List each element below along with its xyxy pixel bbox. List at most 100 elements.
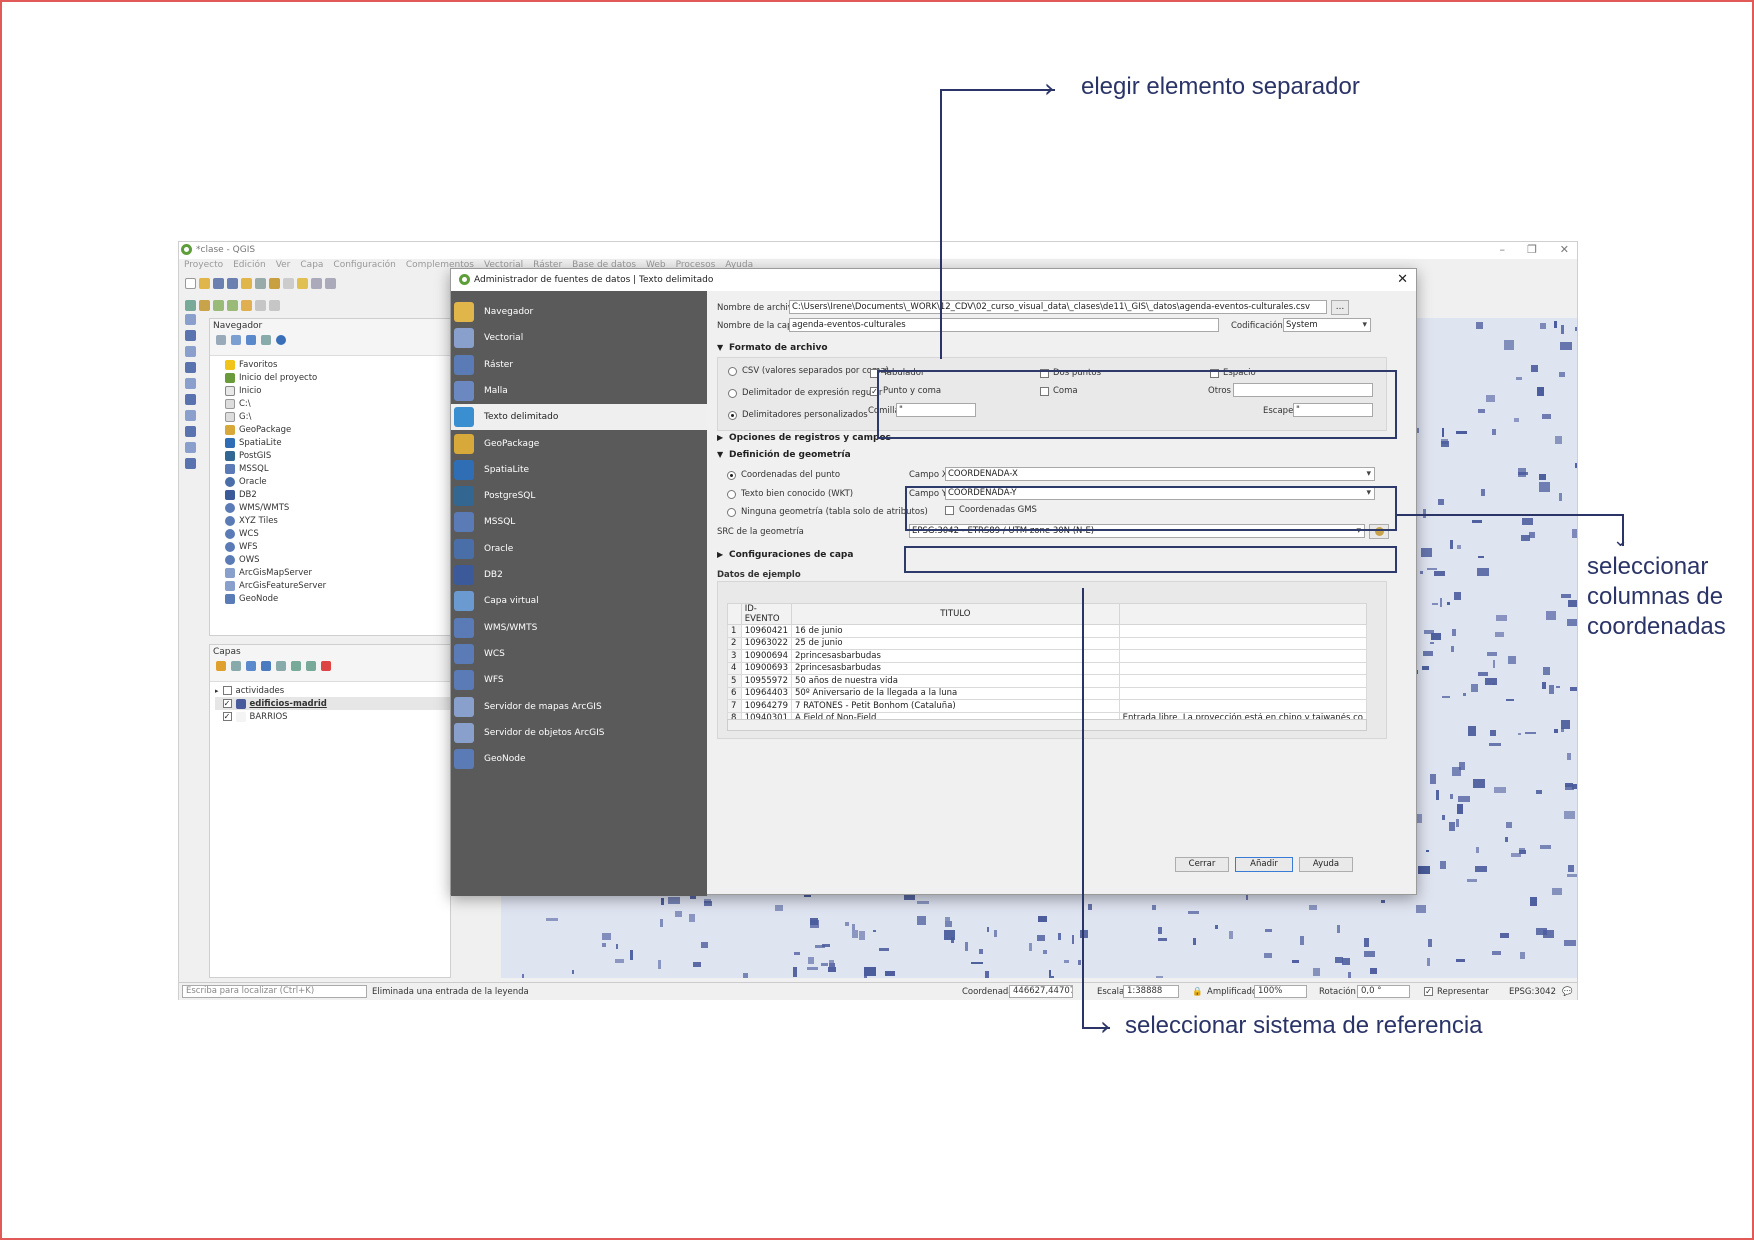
sidebar-item-spatialite[interactable]: SpatiaLite bbox=[451, 457, 707, 483]
collapse-all-icon[interactable] bbox=[261, 335, 271, 345]
layer-name-input[interactable]: agenda-eventos-culturales bbox=[789, 318, 1219, 332]
digitize-icon[interactable] bbox=[185, 314, 196, 325]
colon-checkbox[interactable] bbox=[1040, 369, 1049, 378]
browser-item[interactable]: WMS/WMTS bbox=[225, 501, 289, 514]
locator-search-input[interactable]: Escriba para localizar (Ctrl+K) bbox=[182, 985, 367, 998]
menu-capa[interactable]: Capa bbox=[295, 259, 328, 272]
delete-feature-icon[interactable] bbox=[185, 378, 196, 389]
layer-checkbox[interactable]: ✓ bbox=[222, 712, 232, 721]
layer-checkbox[interactable]: ✓ bbox=[222, 699, 232, 708]
browser-item[interactable]: MSSQL bbox=[225, 462, 269, 475]
table-row[interactable]: 3 10900694 2princesasbarbudas bbox=[727, 649, 1368, 663]
zoom-in-icon[interactable] bbox=[311, 277, 322, 289]
records-fields-section[interactable]: ▶ Opciones de registros y campos bbox=[717, 433, 891, 443]
file-format-section[interactable]: ▼ Formato de archivo bbox=[717, 343, 828, 353]
browser-item[interactable]: WCS bbox=[225, 527, 259, 540]
expand-all-icon[interactable] bbox=[291, 661, 301, 671]
save-edits-icon[interactable] bbox=[269, 299, 280, 311]
expand-icon[interactable]: ▸ bbox=[215, 687, 219, 695]
visibility-icon[interactable] bbox=[246, 661, 256, 671]
regex-radio[interactable] bbox=[728, 389, 737, 398]
layer-item[interactable]: ▸✓edificios-madrid bbox=[215, 697, 451, 710]
comma-checkbox[interactable] bbox=[1040, 387, 1049, 396]
sidebar-item-geopackage[interactable]: GeoPackage bbox=[451, 431, 707, 457]
info-icon[interactable] bbox=[276, 335, 286, 345]
paste-feature-icon[interactable] bbox=[185, 426, 196, 437]
browser-item[interactable]: Favoritos bbox=[225, 358, 277, 371]
sidebar-item-wfs[interactable]: WFS bbox=[451, 667, 707, 693]
table-row[interactable]: 5 10955972 50 años de nuestra vida bbox=[727, 674, 1368, 688]
sample-data-table[interactable]: ID-EVENTO TITULO 1 10960421 16 de junio 2 10… bbox=[727, 603, 1368, 725]
filter-legend-icon[interactable] bbox=[261, 661, 271, 671]
zoom-out-icon[interactable] bbox=[325, 277, 336, 289]
point-coordinates-radio[interactable] bbox=[727, 471, 736, 480]
temp-layer-icon[interactable] bbox=[241, 299, 252, 311]
dms-checkbox[interactable] bbox=[945, 506, 954, 515]
help-button[interactable]: Ayuda bbox=[1299, 857, 1353, 872]
edit-icon[interactable] bbox=[255, 299, 266, 311]
field-y-select[interactable]: COORDENADA-Y bbox=[945, 486, 1375, 500]
escape-input[interactable]: " bbox=[1293, 403, 1373, 417]
menu-ver[interactable]: Ver bbox=[271, 259, 296, 272]
geometry-section[interactable]: ▼ Definición de geometría bbox=[717, 450, 851, 460]
column-header[interactable]: TITULO bbox=[790, 603, 1120, 625]
add-group-icon[interactable] bbox=[231, 661, 241, 671]
browser-item[interactable]: SpatiaLite bbox=[225, 436, 282, 449]
expression-filter-icon[interactable] bbox=[276, 661, 286, 671]
new-project-icon[interactable] bbox=[185, 277, 196, 289]
sidebar-item-wcs[interactable]: WCS bbox=[451, 641, 707, 667]
add-selected-icon[interactable] bbox=[216, 335, 226, 345]
layer-item[interactable]: ▸✓BARRIOS bbox=[215, 710, 288, 723]
tab-checkbox[interactable] bbox=[870, 369, 879, 378]
browser-item[interactable]: ArcGisMapServer bbox=[225, 566, 312, 579]
table-row[interactable]: 2 10963022 25 de junio bbox=[727, 636, 1368, 650]
browser-item[interactable]: DB2 bbox=[225, 488, 257, 501]
add-raster-icon[interactable] bbox=[227, 299, 238, 311]
field-x-select[interactable]: COORDENADA-X bbox=[945, 467, 1375, 481]
restore-icon[interactable]: ❐ bbox=[1527, 243, 1537, 256]
table-row[interactable]: 7 10964279 7 RATONES - Petit Bonhom (Catal… bbox=[727, 699, 1368, 713]
table-row[interactable]: 1 10960421 16 de junio bbox=[727, 624, 1368, 638]
table-row[interactable]: 6 10964403 50º Aniversario de la llegada a… bbox=[727, 686, 1368, 700]
sidebar-item-r-ster[interactable]: Ráster bbox=[451, 352, 707, 378]
sidebar-item-geonode[interactable]: GeoNode bbox=[451, 746, 707, 772]
pan-to-selection-icon[interactable] bbox=[297, 277, 308, 289]
others-input[interactable] bbox=[1233, 383, 1373, 397]
redo-icon[interactable] bbox=[185, 458, 196, 469]
layer-checkbox[interactable] bbox=[222, 686, 232, 695]
custom-delimiters-radio[interactable] bbox=[728, 411, 737, 420]
browse-button[interactable]: … bbox=[1331, 300, 1349, 315]
close-icon[interactable]: ✕ bbox=[1560, 243, 1569, 256]
file-path-input[interactable]: C:\Users\Irene\Documents\_WORK\12_CDV\02… bbox=[789, 300, 1327, 314]
browser-item[interactable]: ArcGisFeatureServer bbox=[225, 579, 326, 592]
collapse-icon[interactable] bbox=[306, 661, 316, 671]
browser-item[interactable]: PostGIS bbox=[225, 449, 271, 462]
refresh-icon[interactable] bbox=[231, 335, 241, 345]
wkt-radio[interactable] bbox=[727, 490, 736, 499]
add-vector-icon[interactable] bbox=[213, 299, 224, 311]
rotation-field[interactable]: 0,0 ° bbox=[1357, 985, 1410, 998]
copy-feature-icon[interactable] bbox=[185, 410, 196, 421]
sidebar-item-navegador[interactable]: Navegador bbox=[451, 299, 707, 325]
sidebar-item-mssql[interactable]: MSSQL bbox=[451, 509, 707, 535]
space-checkbox[interactable] bbox=[1210, 369, 1219, 378]
sidebar-item-db2[interactable]: DB2 bbox=[451, 562, 707, 588]
sidebar-item-vectorial[interactable]: Vectorial bbox=[451, 325, 707, 351]
move-feature-icon[interactable] bbox=[185, 362, 196, 373]
sidebar-item-texto-delimitado[interactable]: Texto delimitado bbox=[451, 404, 707, 431]
column-header[interactable] bbox=[1118, 603, 1368, 625]
crs-selector-button[interactable] bbox=[1369, 524, 1389, 539]
pan-icon[interactable] bbox=[283, 277, 294, 289]
render-checkbox[interactable]: ✓ bbox=[1424, 987, 1433, 996]
lock-icon[interactable]: 🔒 bbox=[1192, 987, 1203, 997]
filter-icon[interactable] bbox=[246, 335, 256, 345]
crs-select[interactable]: EPSG:3042 - ETRS89 / UTM zone 30N (N-E) bbox=[909, 524, 1365, 538]
browser-item[interactable]: GeoNode bbox=[225, 592, 278, 605]
layer-item[interactable]: ▸ actividades bbox=[215, 684, 284, 697]
sidebar-item-wms-wmts[interactable]: WMS/WMTS bbox=[451, 615, 707, 641]
no-geometry-radio[interactable] bbox=[727, 508, 736, 517]
add-feature-icon[interactable] bbox=[185, 346, 196, 357]
sidebar-item-servidor-de-mapas-arcgis[interactable]: Servidor de mapas ArcGIS bbox=[451, 694, 707, 720]
cut-feature-icon[interactable] bbox=[185, 394, 196, 405]
save-icon[interactable] bbox=[213, 277, 224, 289]
